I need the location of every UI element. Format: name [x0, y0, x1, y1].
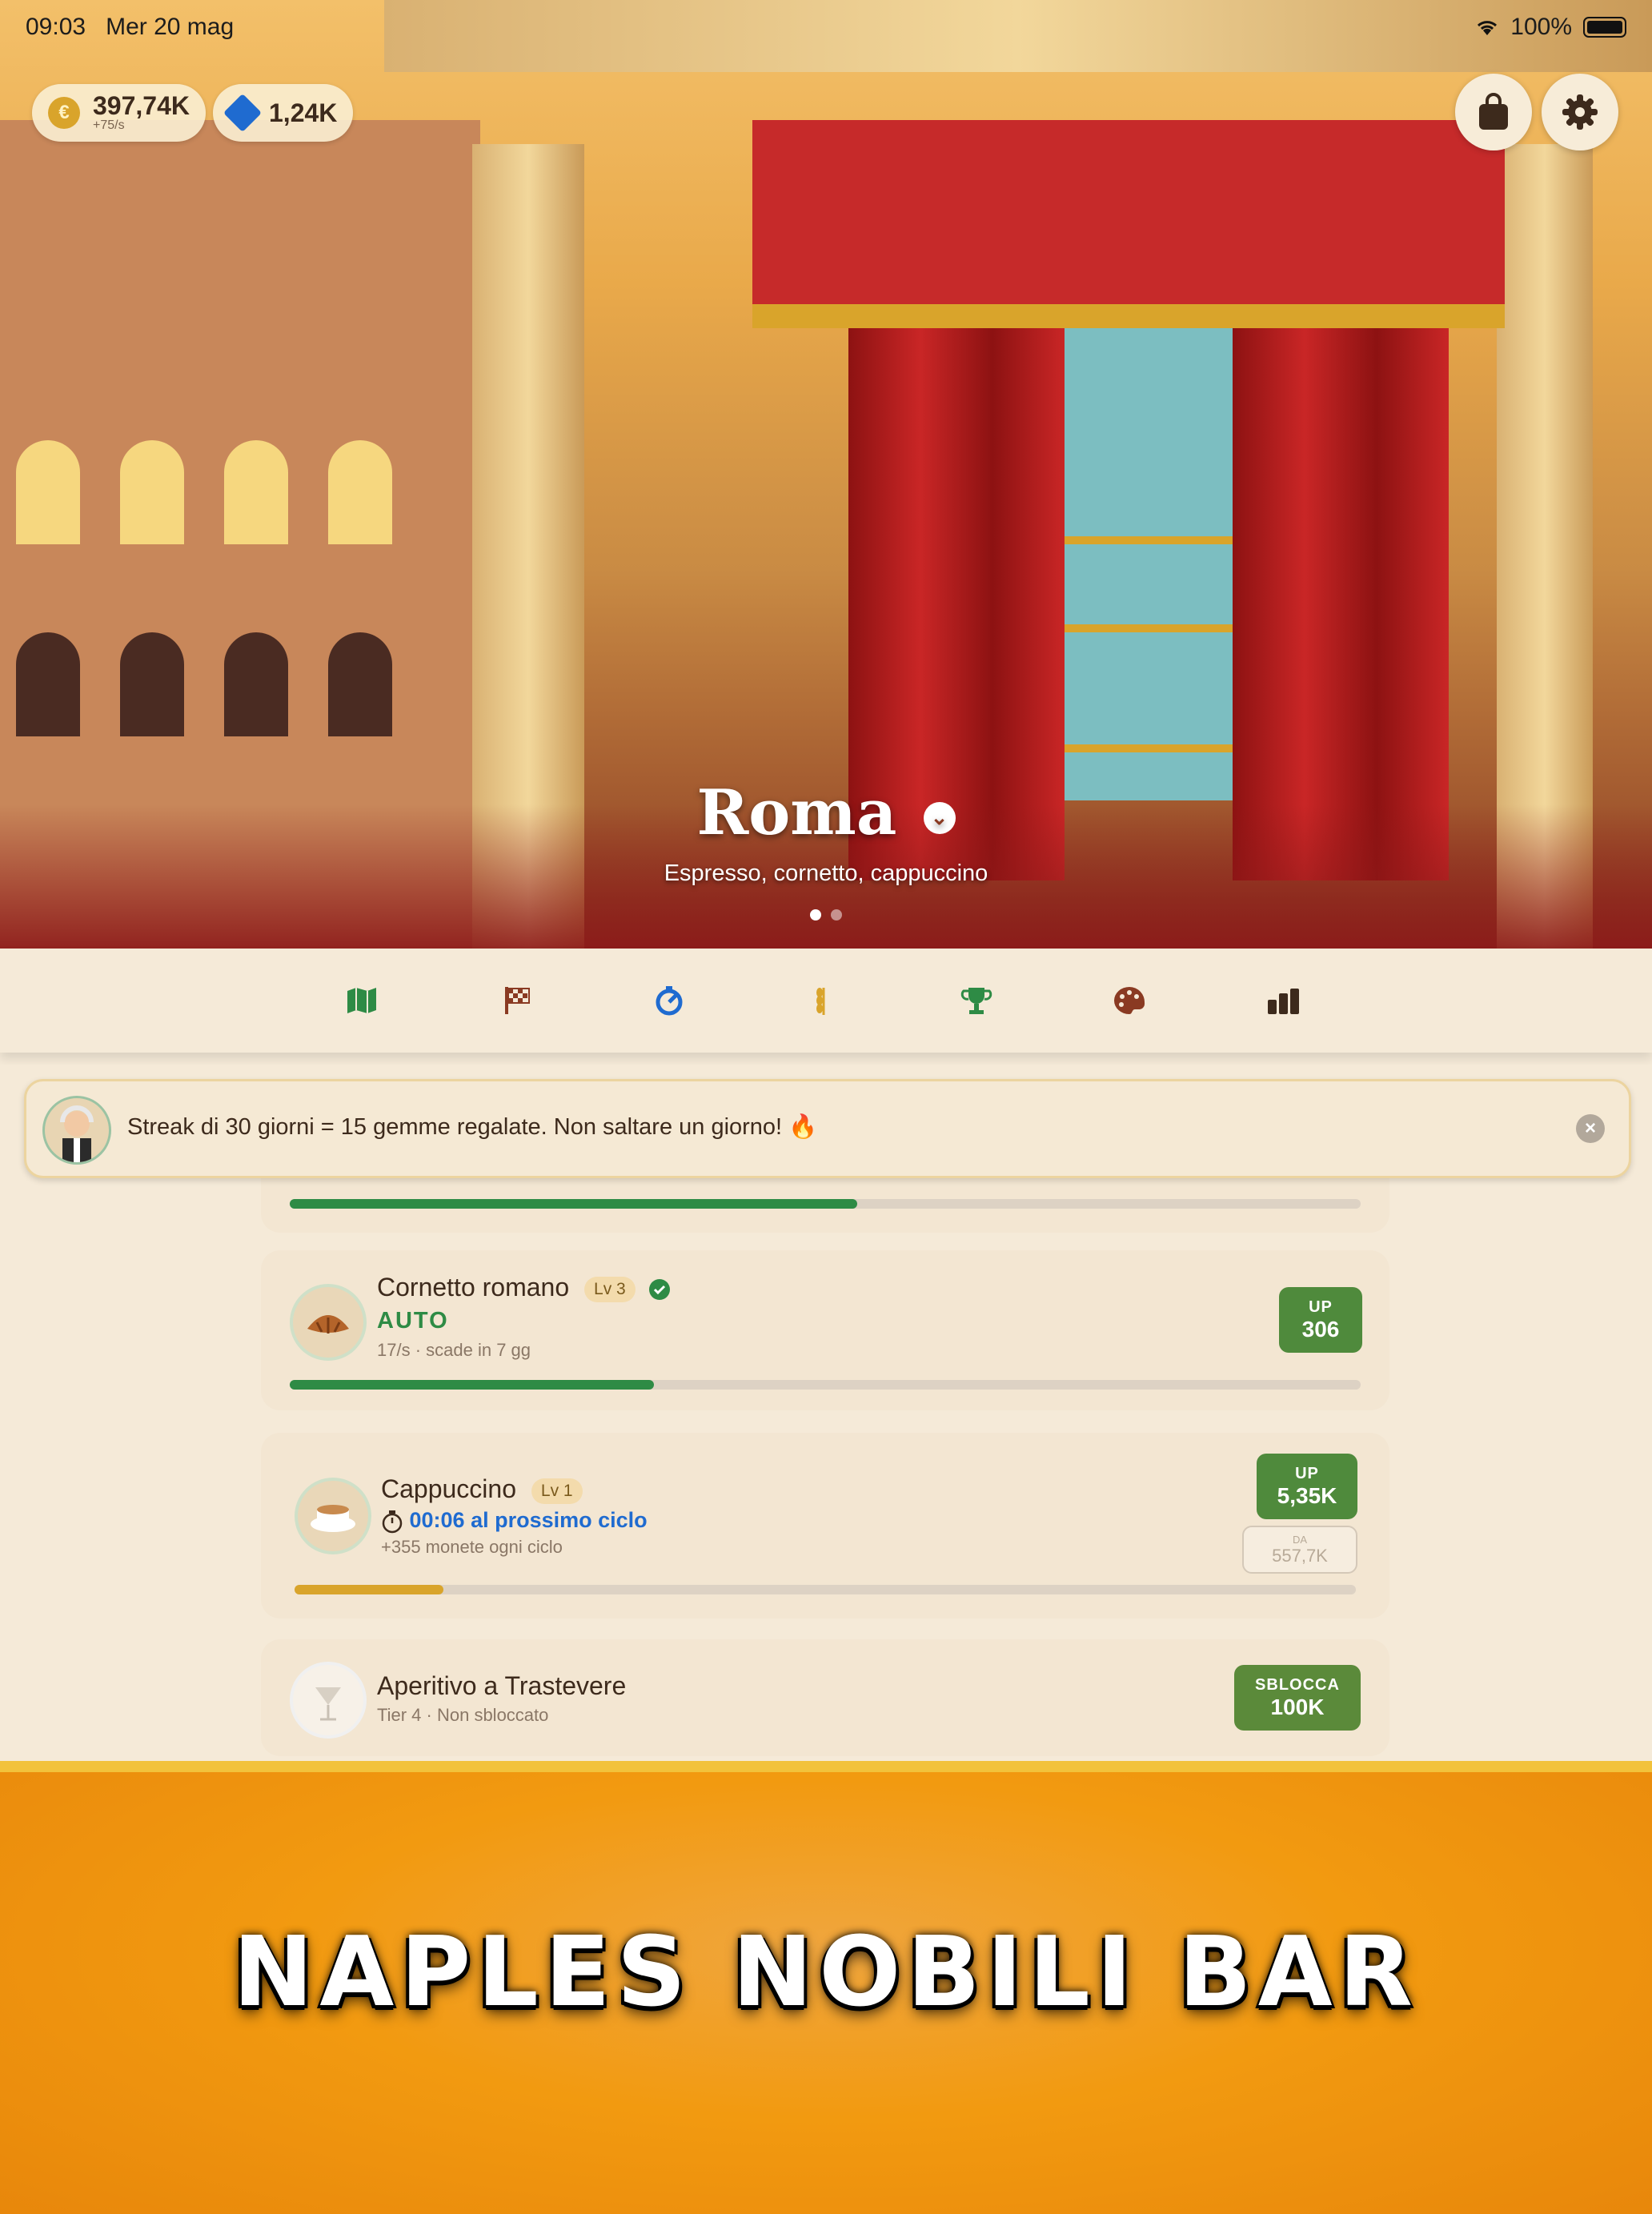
level-badge: Lv 1 — [531, 1478, 583, 1504]
close-icon[interactable]: × — [1576, 1114, 1605, 1143]
item-name: Aperitivo a Trastevere — [377, 1671, 627, 1700]
stopwatch-icon — [382, 1510, 403, 1534]
cornetto-icon — [290, 1284, 367, 1361]
map-icon — [347, 988, 376, 1013]
cycle-timer: 00:06 al prossimo ciclo — [381, 1508, 648, 1534]
unlock-button[interactable]: SBLOCCA 100K — [1234, 1665, 1361, 1731]
item-meta: Tier 4 · Non sbloccato — [377, 1705, 549, 1725]
red-awning — [752, 120, 1505, 328]
manager-cost: 557,7K — [1272, 1545, 1328, 1566]
unlock-cost: 100K — [1270, 1694, 1325, 1719]
battery-percent: 100% — [1510, 14, 1572, 40]
item-title: Cappuccino Lv 1 — [381, 1474, 583, 1504]
item-meta: 17/s · scade in 7 gg — [377, 1340, 531, 1360]
palette-icon — [1114, 987, 1145, 1014]
gauge-icon — [656, 986, 683, 1016]
checkered-flag-icon — [505, 987, 530, 1014]
tab-trophies[interactable] — [956, 981, 996, 1021]
gem-amount: 1,24K — [269, 98, 338, 127]
wifi-icon — [1478, 21, 1498, 35]
progress-fill — [295, 1585, 443, 1594]
wheat-icon — [816, 988, 825, 1015]
progress-bar — [290, 1380, 1361, 1390]
city-title: Roma — [696, 776, 897, 849]
unlock-label: SBLOCCA — [1255, 1675, 1340, 1694]
item-name: Cappuccino — [381, 1474, 516, 1503]
tab-stats[interactable] — [1263, 981, 1303, 1021]
upgrade-label: UP — [1295, 1464, 1319, 1482]
coin-icon: € — [48, 97, 80, 129]
upgrade-label: UP — [1309, 1298, 1333, 1316]
gear-icon — [1562, 94, 1598, 130]
list-item: Cappuccino Lv 1 00:06 al prossimo ciclo … — [261, 1433, 1389, 1618]
upgrade-button[interactable]: UP 5,35K — [1257, 1454, 1357, 1519]
level-badge: Lv 3 — [584, 1276, 636, 1302]
progress-fill — [290, 1199, 858, 1209]
toast-message: Streak di 30 giorni = 15 gemme regalate.… — [127, 1114, 818, 1140]
tab-bar — [0, 949, 1652, 1053]
battery-icon — [1583, 17, 1626, 38]
tab-themes[interactable] — [1109, 981, 1149, 1021]
status-time: 09:03 — [26, 14, 86, 40]
coin-rate: +75/s — [93, 118, 125, 132]
verified-check-icon — [648, 1278, 670, 1300]
manager-label: DA — [1292, 1533, 1308, 1546]
city-subtitle: Espresso, cornetto, cappuccino — [664, 860, 988, 886]
upgrade-cost: 5,35K — [1277, 1482, 1337, 1508]
avatar — [42, 1096, 111, 1165]
shop-button[interactable] — [1455, 74, 1532, 150]
item-meta: +355 monete ogni ciclo — [381, 1537, 563, 1557]
bar-window — [1032, 328, 1257, 800]
tab-boost[interactable] — [649, 981, 689, 1021]
coin-counter[interactable]: € 397,74K +75/s — [32, 84, 206, 142]
timer-text: 00:06 al prossimo ciclo — [409, 1508, 648, 1532]
page-dot — [831, 909, 842, 920]
trophy-icon — [960, 988, 992, 1014]
auto-status: AUTO — [377, 1308, 449, 1334]
hire-manager-button[interactable]: DA 557,7K — [1242, 1526, 1357, 1574]
settings-button[interactable] — [1542, 74, 1618, 150]
list-item: Aperitivo a Trastevere Tier 4 · Non sblo… — [261, 1639, 1389, 1756]
tab-race[interactable] — [496, 981, 536, 1021]
status-bar: 09:03 Mer 20 mag 100% — [26, 11, 1626, 43]
page-indicator[interactable] — [810, 909, 842, 920]
list-item: Cornetto romano Lv 3 AUTO 17/s · scade i… — [261, 1250, 1389, 1410]
bar-chart-icon — [1268, 989, 1299, 1014]
progress-bar — [290, 1199, 1361, 1209]
status-date: Mer 20 mag — [106, 14, 235, 40]
upgrade-cost: 306 — [1301, 1316, 1340, 1342]
progress-fill — [290, 1380, 654, 1390]
page-dot-active — [810, 909, 821, 920]
tip-toast[interactable]: Streak di 30 giorni = 15 gemme regalate.… — [24, 1079, 1631, 1178]
item-title: Cornetto romano Lv 3 — [377, 1273, 672, 1302]
upgrade-button[interactable]: UP 306 — [1279, 1287, 1362, 1353]
gem-counter[interactable]: 1,24K — [213, 84, 354, 142]
tab-map[interactable] — [342, 981, 382, 1021]
cappuccino-icon — [295, 1478, 371, 1554]
shopping-bag-icon — [1479, 93, 1508, 130]
coin-amount: 397,74K — [93, 91, 190, 120]
cocktail-glass-icon — [290, 1662, 367, 1739]
progress-bar — [295, 1585, 1356, 1594]
item-name: Cornetto romano — [377, 1273, 570, 1302]
gem-icon — [223, 93, 263, 133]
banner-title: NAPLES NOBILI BAR — [232, 1917, 1420, 2028]
city-selector[interactable]: Roma ⌄ — [0, 776, 1652, 849]
tab-harvest[interactable] — [804, 981, 844, 1021]
chevron-down-icon: ⌄ — [923, 801, 956, 834]
